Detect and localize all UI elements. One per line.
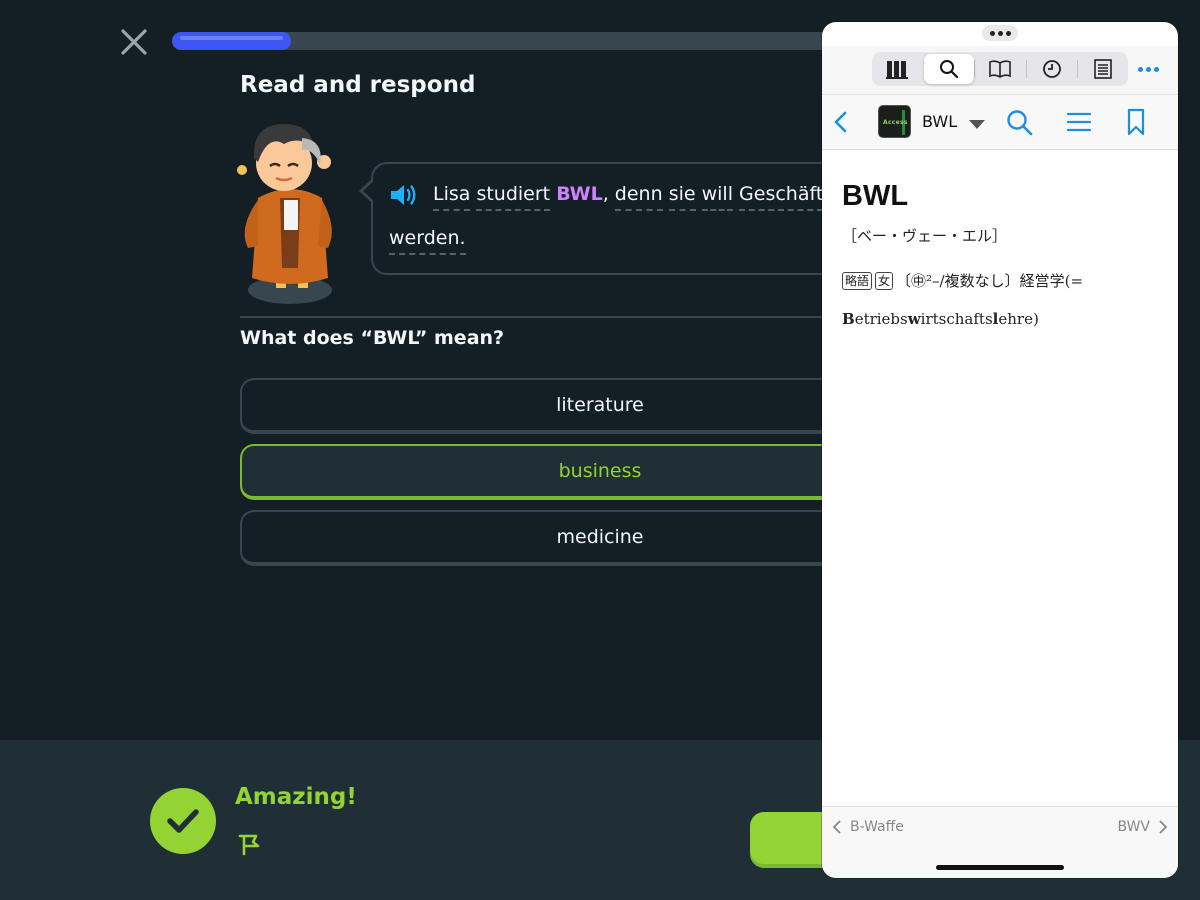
current-entry-title: BWL <box>922 112 958 131</box>
page-title: Read and respond <box>240 72 476 98</box>
lesson-progress-bar <box>172 32 872 50</box>
dictionary-mode-tabs <box>872 52 1128 86</box>
menu-icon[interactable] <box>1066 110 1092 134</box>
word-token[interactable]: sie <box>668 183 696 211</box>
more-options-icon[interactable] <box>1132 56 1164 82</box>
gender-tag: 女 <box>875 272 894 290</box>
next-entry-link[interactable]: BWV <box>1117 819 1168 835</box>
option-label: business <box>558 460 642 482</box>
checkmark-icon <box>150 788 216 854</box>
word-token[interactable]: Lisa <box>433 183 471 211</box>
sentence-bubble: Lisa studiert BWL, denn sie will Geschäf… <box>359 162 891 275</box>
report-flag-icon[interactable] <box>236 832 262 858</box>
list-icon[interactable] <box>1078 54 1128 84</box>
word-token[interactable]: Geschäft <box>739 183 824 211</box>
dropdown-triangle-icon[interactable] <box>968 116 986 129</box>
dictionary-entry: BWL ［ベー・ヴェー・エル］ 略語女〔㊥²–/複数なし〕経営学(= Betri… <box>842 180 1162 338</box>
sentence-line-1: Lisa studiert BWL, denn sie will Geschäf… <box>433 183 824 211</box>
character-illustration <box>228 118 348 308</box>
dictionary-toolbar <box>822 46 1178 94</box>
entry-expansion: Betriebswirtschaftslehre) <box>842 310 1039 328</box>
dictionary-panel: Access BWL BWL ［ベー・ヴェー・エル］ 略語女〔㊥²–/複数なし〕… <box>822 22 1178 878</box>
entry-definition: 略語女〔㊥²–/複数なし〕経営学(= Betriebswirtschaftsle… <box>842 262 1162 338</box>
word-token[interactable]: will <box>701 183 733 211</box>
progress-fill <box>172 32 291 50</box>
word-token[interactable]: werden. <box>389 227 466 255</box>
abbreviation-tag: 略語 <box>842 272 873 290</box>
book-icon[interactable] <box>975 54 1025 84</box>
entry-navigation-bar: B-Waffe BWV <box>822 806 1178 878</box>
chevron-right-icon <box>1159 820 1168 834</box>
option-label: literature <box>556 394 644 416</box>
search-icon[interactable] <box>924 54 975 84</box>
feedback-title: Amazing! <box>235 784 357 810</box>
window-grabber[interactable] <box>982 25 1018 41</box>
dictionary-logo: Access <box>878 105 911 138</box>
chevron-left-icon <box>832 820 841 834</box>
back-chevron-icon[interactable] <box>830 109 852 135</box>
logo-text: Access <box>883 119 908 126</box>
divider <box>240 316 840 318</box>
word-token[interactable]: denn <box>614 183 663 211</box>
home-indicator[interactable] <box>936 865 1064 870</box>
next-entry-label: BWV <box>1117 819 1150 835</box>
history-icon[interactable] <box>1027 54 1077 84</box>
search-icon[interactable] <box>1006 109 1034 137</box>
option-label: medicine <box>556 526 644 548</box>
speaker-icon[interactable] <box>389 182 419 208</box>
entry-headword: BWL <box>842 180 909 212</box>
close-icon[interactable] <box>118 26 150 58</box>
bookmark-icon[interactable] <box>1126 108 1146 136</box>
highlighted-word: BWL <box>556 183 603 205</box>
grammar-info: 〔㊥²–/複数なし〕経営学(= <box>896 272 1084 290</box>
sentence-line-2: werden. <box>389 227 466 255</box>
library-icon[interactable] <box>872 54 922 84</box>
word-token[interactable]: studiert <box>476 183 551 211</box>
previous-entry-label: B-Waffe <box>850 819 904 835</box>
entry-pronunciation: ［ベー・ヴェー・エル］ <box>842 227 1008 245</box>
punctuation: , <box>602 183 609 205</box>
previous-entry-link[interactable]: B-Waffe <box>832 819 904 835</box>
question-text: What does “BWL” mean? <box>240 327 505 349</box>
dictionary-navbar: Access BWL <box>822 94 1178 150</box>
